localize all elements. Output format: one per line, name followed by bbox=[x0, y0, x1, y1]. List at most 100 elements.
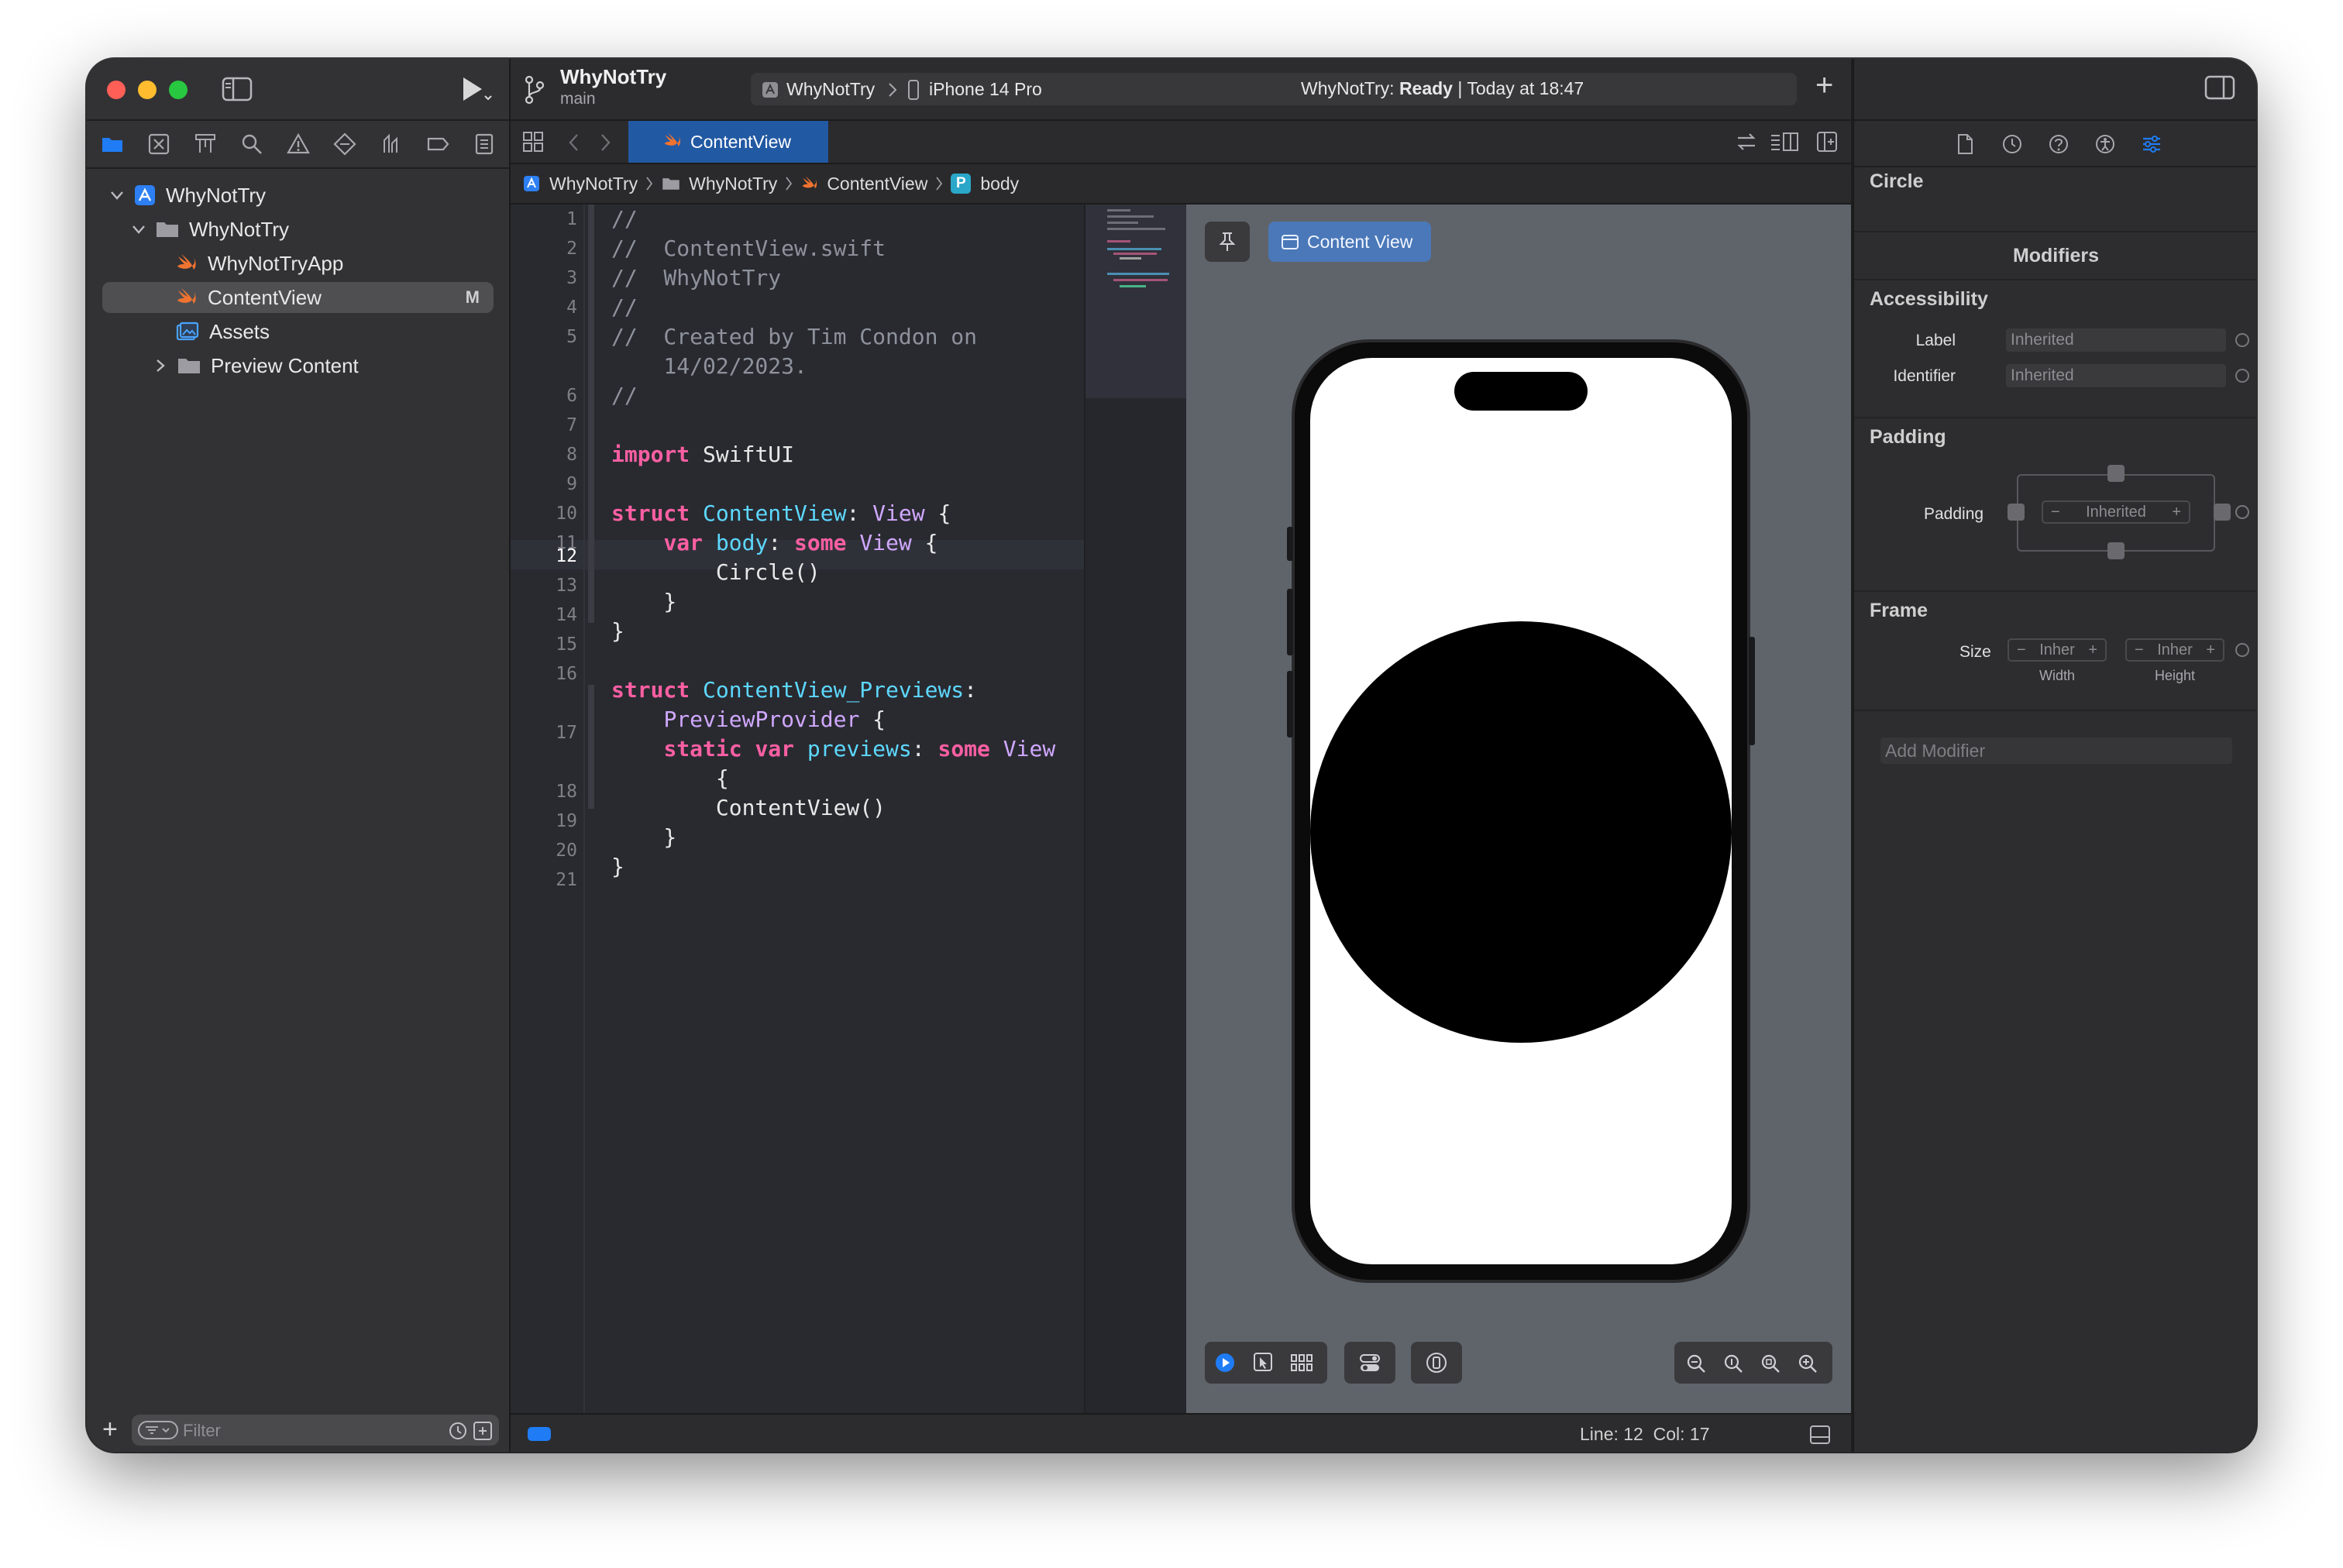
run-icon[interactable] bbox=[457, 74, 494, 105]
scheme-selector[interactable]: WhyNotTry iPhone 14 Pro bbox=[754, 74, 1053, 104]
width-caption: Width bbox=[2039, 668, 2075, 683]
folder-icon bbox=[662, 178, 680, 190]
tree-item-assets[interactable]: Assets bbox=[102, 316, 494, 347]
zoom-to-100-icon[interactable] bbox=[1722, 1353, 1744, 1374]
tree-item-label: Assets bbox=[209, 319, 270, 343]
attributes-inspector-icon[interactable] bbox=[2141, 133, 2162, 155]
padding-reset-button[interactable] bbox=[2235, 505, 2249, 519]
width-stepper[interactable]: − Inher + bbox=[2008, 638, 2107, 662]
device-settings-button[interactable] bbox=[1344, 1342, 1395, 1384]
symbol-navigator-icon[interactable] bbox=[194, 132, 217, 156]
device-picker-button[interactable] bbox=[1411, 1342, 1462, 1384]
chevron-down-icon[interactable] bbox=[108, 187, 126, 204]
stepper-increment[interactable]: + bbox=[2088, 641, 2097, 659]
issue-navigator-icon[interactable] bbox=[287, 132, 310, 156]
back-arrow-icon[interactable] bbox=[566, 132, 582, 153]
report-navigator-icon[interactable] bbox=[473, 132, 496, 156]
tree-item-preview-content[interactable]: Preview Content bbox=[102, 350, 494, 381]
inspector-toggle-icon[interactable] bbox=[2204, 74, 2235, 101]
line-number: 14 bbox=[556, 605, 577, 625]
chevron-right-icon[interactable] bbox=[152, 357, 169, 374]
circle-shape[interactable] bbox=[1310, 621, 1732, 1043]
padding-stepper[interactable]: − Inherited + bbox=[2042, 500, 2190, 524]
preview-canvas[interactable]: Content View bbox=[1186, 205, 1851, 1413]
filter-field[interactable]: Filter bbox=[132, 1415, 499, 1446]
library-add-button[interactable]: + bbox=[1815, 70, 1833, 101]
tree-item-group[interactable]: WhyNotTry bbox=[102, 214, 494, 245]
debug-area-toggle-icon[interactable] bbox=[528, 1427, 551, 1441]
device-screen[interactable] bbox=[1310, 358, 1732, 1264]
minimap-visible-region[interactable] bbox=[1085, 205, 1186, 398]
selectable-mode-icon[interactable] bbox=[1253, 1352, 1273, 1374]
padding-leading-toggle[interactable] bbox=[2008, 504, 2025, 521]
frame-reset-button[interactable] bbox=[2235, 643, 2249, 657]
stepper-decrement[interactable]: − bbox=[2017, 641, 2026, 659]
jump-bar-item[interactable]: ContentView bbox=[827, 174, 927, 194]
quick-help-icon[interactable] bbox=[2048, 133, 2069, 155]
height-stepper[interactable]: − Inher + bbox=[2125, 638, 2224, 662]
test-navigator-icon[interactable] bbox=[333, 132, 356, 156]
zoom-in-icon[interactable] bbox=[1797, 1353, 1818, 1374]
add-file-button[interactable]: + bbox=[102, 1416, 118, 1442]
branch-name: main bbox=[560, 90, 596, 108]
identifier-reset-button[interactable] bbox=[2235, 369, 2249, 383]
breakpoint-navigator-icon[interactable] bbox=[426, 132, 449, 156]
accessibility-inspector-icon[interactable] bbox=[2094, 133, 2116, 155]
padding-top-toggle[interactable] bbox=[2107, 465, 2125, 482]
editor-area: WhyNotTry main WhyNotTry iPhone 14 Pro W… bbox=[511, 59, 1851, 1452]
sidebar-toggle-icon[interactable] bbox=[222, 76, 253, 102]
file-inspector-icon[interactable] bbox=[1955, 133, 1975, 155]
live-preview-icon[interactable] bbox=[1214, 1352, 1236, 1374]
code-line: } bbox=[611, 824, 677, 850]
zoom-out-icon[interactable] bbox=[1685, 1353, 1707, 1374]
swift-file-icon bbox=[175, 253, 198, 274]
device-button bbox=[1287, 671, 1293, 738]
filter-options-icon[interactable] bbox=[138, 1421, 178, 1439]
minimize-window-button[interactable] bbox=[138, 81, 157, 99]
inspector-panel-icon[interactable] bbox=[1809, 1424, 1831, 1446]
tab-contentview[interactable]: ContentView bbox=[628, 121, 828, 163]
source-editor[interactable]: 1 2 3 4 5 6 7 8 9 10 11 12 13 14 15 16 1… bbox=[511, 205, 1084, 1413]
related-items-grid-icon[interactable] bbox=[521, 130, 545, 153]
tree-item-project[interactable]: WhyNotTry bbox=[102, 180, 494, 211]
variants-grid-icon[interactable] bbox=[1290, 1352, 1313, 1374]
device-button bbox=[1749, 637, 1755, 745]
folder-navigator-icon[interactable] bbox=[101, 132, 124, 156]
recent-files-icon[interactable] bbox=[448, 1421, 468, 1441]
chevron-down-icon[interactable] bbox=[130, 221, 147, 238]
stepper-increment[interactable]: + bbox=[2172, 504, 2181, 521]
line-number: 2 bbox=[566, 239, 577, 259]
padding-bottom-toggle[interactable] bbox=[2107, 542, 2125, 559]
accessibility-identifier-field[interactable]: Inherited bbox=[2006, 364, 2226, 387]
jump-bar-item[interactable]: body bbox=[980, 174, 1019, 194]
tree-item-file-selected[interactable]: ContentView M bbox=[102, 282, 494, 313]
padding-trailing-toggle[interactable] bbox=[2214, 504, 2231, 521]
minimap[interactable] bbox=[1084, 205, 1186, 1413]
source-control-icon[interactable] bbox=[147, 132, 170, 156]
preview-selector-chip[interactable]: Content View bbox=[1268, 222, 1431, 262]
history-inspector-icon[interactable] bbox=[2001, 133, 2023, 155]
close-window-button[interactable] bbox=[107, 81, 126, 99]
stepper-decrement[interactable]: − bbox=[2135, 641, 2144, 659]
branch-icon[interactable] bbox=[523, 74, 546, 105]
tree-item-file[interactable]: WhyNotTryApp bbox=[102, 248, 494, 279]
forward-arrow-icon[interactable] bbox=[597, 132, 613, 153]
editor-options-icon[interactable] bbox=[1769, 130, 1800, 153]
add-modifier-field[interactable]: Add Modifier bbox=[1880, 738, 2232, 764]
jump-bar-item[interactable]: WhyNotTry bbox=[549, 174, 638, 194]
jump-bar-item[interactable]: WhyNotTry bbox=[689, 174, 777, 194]
stepper-decrement[interactable]: − bbox=[2051, 504, 2060, 521]
accessibility-label-field[interactable]: Inherited bbox=[2006, 328, 2226, 352]
find-navigator-icon[interactable] bbox=[240, 132, 263, 156]
field-placeholder: Inherited bbox=[2011, 331, 2074, 349]
property-badge-icon: P bbox=[951, 174, 972, 194]
code-review-icon[interactable] bbox=[1735, 130, 1758, 153]
label-reset-button[interactable] bbox=[2235, 333, 2249, 347]
pin-button[interactable] bbox=[1205, 222, 1250, 262]
debug-navigator-icon[interactable] bbox=[380, 132, 403, 156]
add-editor-icon[interactable] bbox=[1815, 130, 1839, 153]
zoom-window-button[interactable] bbox=[169, 81, 188, 99]
source-control-filter-icon[interactable] bbox=[473, 1421, 493, 1441]
stepper-increment[interactable]: + bbox=[2206, 641, 2215, 659]
zoom-to-fit-icon[interactable] bbox=[1760, 1353, 1781, 1374]
